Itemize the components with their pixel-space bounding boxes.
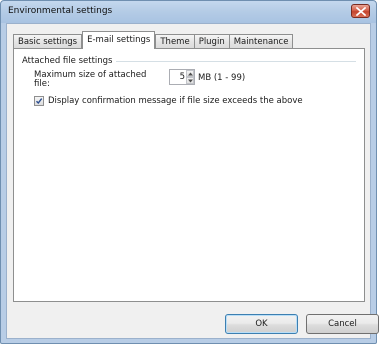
spin-up-arrow-icon xyxy=(188,72,193,76)
tab-email-settings[interactable]: E-mail settings xyxy=(82,31,156,49)
ok-button[interactable]: OK xyxy=(225,314,298,334)
email-settings-panel: Attached file settings Maximum size of a… xyxy=(13,48,365,302)
tab-basic-settings[interactable]: Basic settings xyxy=(13,34,83,49)
tab-maintenance[interactable]: Maintenance xyxy=(228,34,294,49)
tab-plugin[interactable]: Plugin xyxy=(193,34,230,49)
spinner-buttons xyxy=(186,70,194,84)
confirm-message-label[interactable]: Display confirmation message if file siz… xyxy=(48,96,303,106)
settings-dialog: Environmental settings Basic settings E-… xyxy=(0,0,379,344)
spin-up-button[interactable] xyxy=(186,70,194,77)
cancel-button[interactable]: Cancel xyxy=(306,314,379,334)
max-size-value[interactable]: 5 xyxy=(170,72,185,82)
tab-strip: Basic settings E-mail settings Theme Plu… xyxy=(13,31,294,49)
spin-down-arrow-icon xyxy=(188,79,193,83)
size-unit-label: MB (1 - 99) xyxy=(198,73,246,83)
max-size-spinner[interactable]: 5 xyxy=(169,69,195,85)
window-title: Environmental settings xyxy=(8,6,113,16)
attached-file-group-title: Attached file settings xyxy=(22,56,117,66)
close-button[interactable] xyxy=(351,4,370,18)
spin-down-button[interactable] xyxy=(186,77,194,84)
close-icon xyxy=(356,7,366,16)
confirm-message-checkbox[interactable] xyxy=(34,96,44,106)
checkmark-icon xyxy=(36,98,43,105)
max-size-label: Maximum size of attached file: xyxy=(34,70,147,89)
dialog-client-area: Basic settings E-mail settings Theme Plu… xyxy=(6,23,379,339)
title-bar[interactable]: Environmental settings xyxy=(1,1,376,23)
tab-theme[interactable]: Theme xyxy=(155,34,195,49)
confirm-message-row: Display confirmation message if file siz… xyxy=(34,96,303,106)
